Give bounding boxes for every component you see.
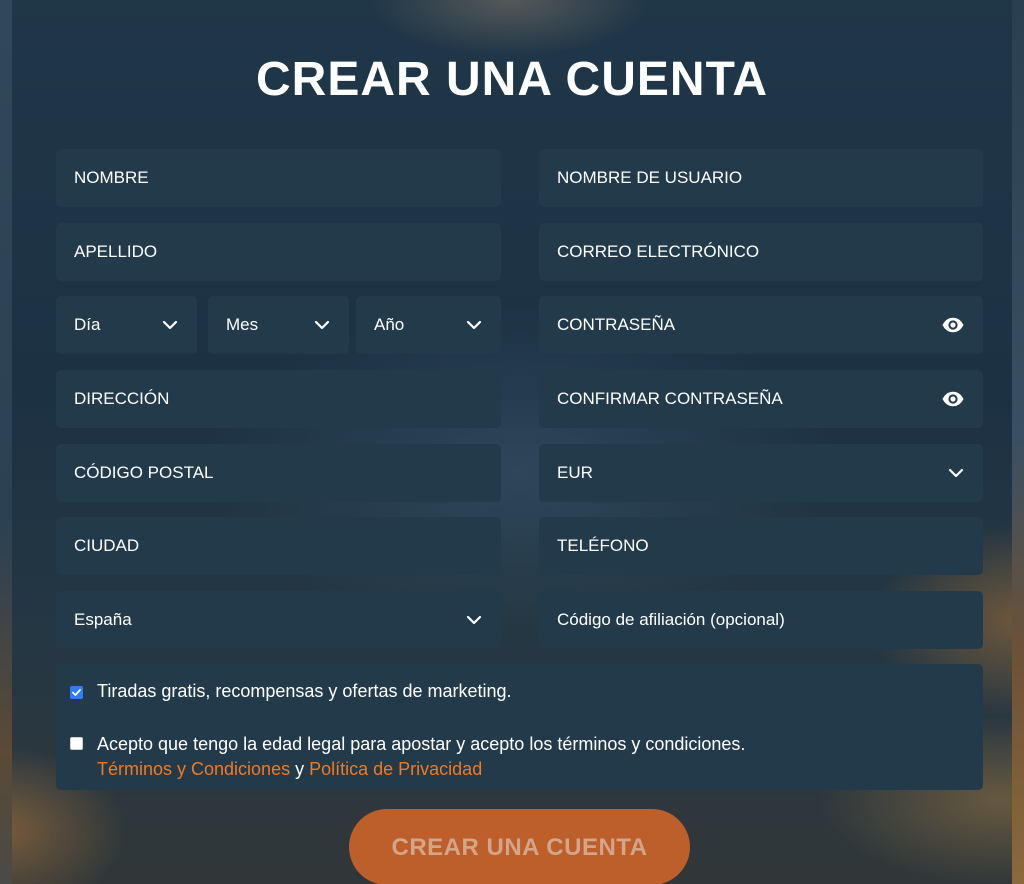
background-right-edge [1012, 0, 1024, 884]
marketing-consent-label: Tiradas gratis, recompensas y ofertas de… [97, 681, 512, 701]
password-placeholder: CONTRASEÑA [557, 315, 676, 334]
last-name-input[interactable]: APELLIDO [56, 223, 501, 281]
marketing-consent-row: Tiradas gratis, recompensas y ofertas de… [70, 681, 512, 702]
day-select[interactable]: Día [56, 296, 197, 354]
address-placeholder: DIRECCIÓN [74, 389, 170, 408]
city-input[interactable]: CIUDAD [56, 517, 501, 575]
city-placeholder: CIUDAD [74, 536, 140, 555]
chevron-down-icon [162, 320, 178, 330]
chevron-down-icon [314, 320, 330, 330]
terms-link[interactable]: Términos y Condiciones [97, 759, 290, 779]
email-input[interactable]: CORREO ELECTRÓNICO [539, 223, 983, 281]
marketing-checkbox[interactable] [70, 686, 83, 699]
links-conjunction: y [295, 759, 305, 779]
currency-select[interactable]: EUR [539, 444, 983, 502]
phone-placeholder: TELÉFONO [557, 536, 649, 555]
legal-age-checkbox[interactable] [70, 737, 83, 750]
username-input[interactable]: NOMBRE DE USUARIO [539, 149, 983, 207]
create-account-button[interactable]: CREAR UNA CUENTA [349, 809, 690, 884]
background-left-edge [0, 0, 12, 884]
address-input[interactable]: DIRECCIÓN [56, 370, 501, 428]
privacy-policy-link[interactable]: Política de Privacidad [309, 759, 482, 779]
currency-select-value: EUR [557, 463, 593, 482]
page-title: CREAR UNA CUENTA [256, 53, 768, 106]
username-placeholder: NOMBRE DE USUARIO [557, 168, 743, 187]
legal-consent-text: Acepto que tengo la edad legal para apos… [97, 732, 745, 782]
day-select-value: Día [74, 315, 101, 334]
month-select-value: Mes [226, 315, 259, 334]
phone-input[interactable]: TELÉFONO [539, 517, 983, 575]
chevron-down-icon [466, 615, 482, 625]
first-name-input[interactable]: NOMBRE [56, 149, 501, 207]
country-select-value: España [74, 610, 132, 629]
confirm-password-placeholder: CONFIRMAR CONTRASEÑA [557, 389, 783, 408]
legal-consent-label: Acepto que tengo la edad legal para apos… [97, 734, 746, 754]
eye-icon[interactable] [941, 313, 965, 337]
email-placeholder: CORREO ELECTRÓNICO [557, 242, 760, 261]
affiliate-code-placeholder: Código de afiliación (opcional) [557, 610, 785, 629]
consent-panel: Tiradas gratis, recompensas y ofertas de… [56, 664, 983, 790]
chevron-down-icon [948, 468, 964, 478]
postal-code-placeholder: CÓDIGO POSTAL [74, 463, 214, 482]
postal-code-input[interactable]: CÓDIGO POSTAL [56, 444, 501, 502]
month-select[interactable]: Mes [208, 296, 349, 354]
country-select[interactable]: España [56, 591, 501, 649]
confirm-password-input[interactable]: CONFIRMAR CONTRASEÑA [539, 370, 983, 428]
password-input[interactable]: CONTRASEÑA [539, 296, 983, 354]
year-select-value: Año [374, 315, 405, 334]
chevron-down-icon [466, 320, 482, 330]
legal-consent-row: Acepto que tengo la edad legal para apos… [70, 732, 745, 782]
checkmark-icon [72, 689, 81, 696]
affiliate-code-input[interactable]: Código de afiliación (opcional) [539, 591, 983, 649]
last-name-placeholder: APELLIDO [74, 242, 158, 261]
first-name-placeholder: NOMBRE [74, 168, 149, 187]
eye-icon[interactable] [941, 387, 965, 411]
year-select[interactable]: Año [356, 296, 501, 354]
